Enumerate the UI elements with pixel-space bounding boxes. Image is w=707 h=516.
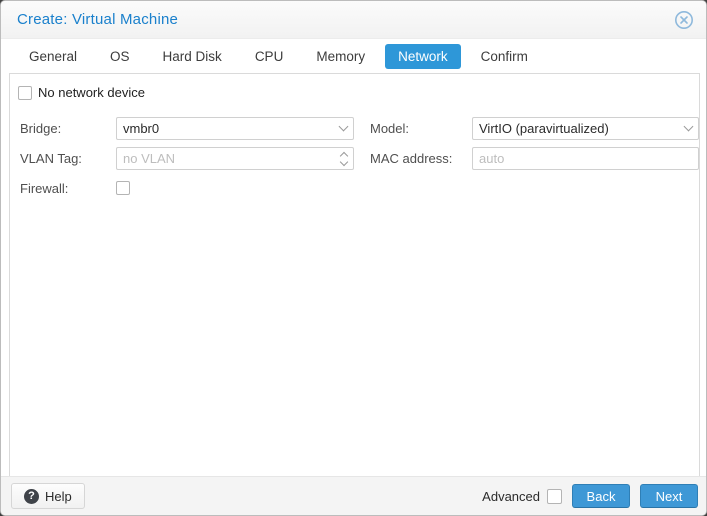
dialog-title: Create: Virtual Machine [17, 11, 179, 28]
help-icon: ? [24, 488, 39, 504]
advanced-checkbox[interactable] [547, 488, 562, 504]
tab-os[interactable]: OS [97, 44, 143, 69]
model-input[interactable] [479, 121, 685, 136]
dialog-footer: ? Help Advanced Back Next [1, 476, 706, 515]
tab-general[interactable]: General [16, 44, 90, 69]
dialog-titlebar: Create: Virtual Machine [1, 1, 706, 39]
no-network-device-checkbox[interactable] [18, 86, 32, 100]
close-icon[interactable] [674, 10, 694, 30]
model-combobox[interactable] [472, 117, 699, 140]
tab-hard-disk[interactable]: Hard Disk [150, 44, 235, 69]
mac-address-input[interactable] [479, 151, 692, 166]
tab-cpu[interactable]: CPU [242, 44, 297, 69]
model-label: Model: [370, 121, 410, 136]
back-button[interactable]: Back [572, 484, 630, 508]
bridge-label: Bridge: [20, 121, 62, 136]
advanced-label: Advanced [482, 488, 540, 504]
vlan-tag-label: VLAN Tag: [20, 151, 82, 166]
help-button-label: Help [45, 488, 72, 504]
tab-confirm[interactable]: Confirm [468, 44, 541, 69]
next-button[interactable]: Next [640, 484, 698, 508]
tab-network[interactable]: Network [385, 43, 461, 69]
vlan-tag-input[interactable] [123, 151, 341, 166]
chevron-down-icon[interactable] [338, 121, 349, 132]
create-vm-dialog: Create: Virtual Machine General OS Hard … [0, 0, 707, 516]
firewall-checkbox[interactable] [116, 181, 130, 195]
vlan-tag-spinner[interactable] [116, 147, 354, 170]
mac-address-label: MAC address: [370, 151, 453, 166]
wizard-tabbar: General OS Hard Disk CPU Memory Network … [1, 39, 706, 73]
bridge-combobox[interactable] [116, 117, 354, 140]
network-tab-panel: No network device Bridge: Model: VLAN Ta… [9, 73, 700, 478]
bridge-input[interactable] [123, 121, 340, 136]
tab-memory[interactable]: Memory [303, 44, 378, 69]
spinner-arrows-icon[interactable] [339, 151, 349, 166]
no-network-device-label: No network device [38, 85, 145, 100]
mac-address-field[interactable] [472, 147, 699, 170]
chevron-down-icon[interactable] [683, 121, 694, 132]
help-button[interactable]: ? Help [11, 483, 85, 509]
firewall-label: Firewall: [20, 181, 69, 196]
